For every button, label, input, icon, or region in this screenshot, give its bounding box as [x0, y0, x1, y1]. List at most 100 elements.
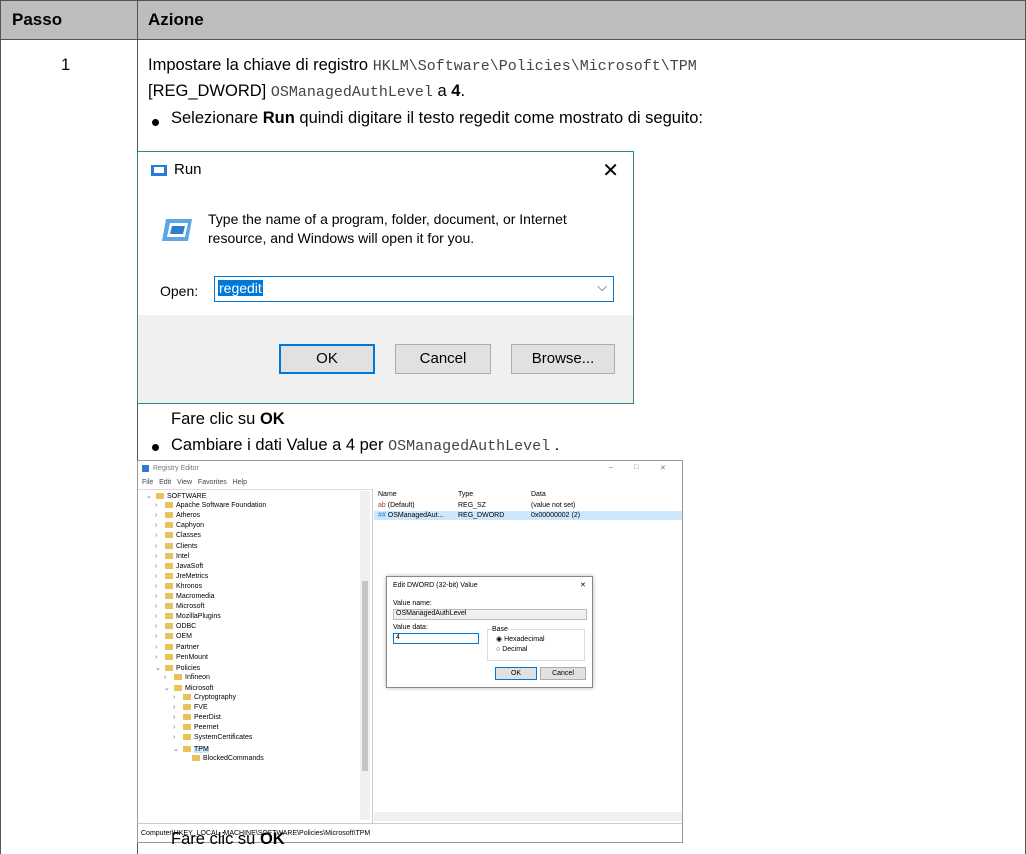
dec-label: Decimal [502, 646, 528, 653]
chevron-right-icon[interactable]: › [155, 654, 163, 661]
ok-button[interactable]: OK [279, 344, 375, 374]
edit-cancel-button[interactable]: Cancel [540, 667, 586, 680]
browse-button[interactable]: Browse... [511, 344, 615, 374]
radio-decimal[interactable]: ○ Decimal [496, 646, 527, 653]
minimize-icon[interactable]: – [609, 464, 613, 471]
chevron-down-icon[interactable]: ⌄ [164, 684, 172, 692]
open-input-value: regedit [218, 280, 263, 296]
close-icon[interactable]: ✕ [602, 158, 619, 183]
tree-item[interactable]: › MozillaPlugins [155, 613, 221, 620]
chevron-right-icon[interactable]: › [155, 593, 163, 600]
run-app-icon [151, 165, 167, 176]
folder-icon [165, 593, 173, 599]
tree-item[interactable]: ⌄ TPM [173, 745, 209, 753]
value-data-input[interactable]: 4 [393, 633, 479, 644]
chevron-right-icon[interactable]: › [155, 613, 163, 620]
tree-item[interactable]: ⌄ Microsoft [164, 684, 213, 692]
click-ok-instruction-2: Fare clic su OK [171, 830, 285, 849]
value-data: 0x00000002 (2) [531, 512, 581, 519]
edit-dialog-title: Edit DWORD (32-bit) Value [393, 582, 478, 589]
chevron-right-icon[interactable]: › [155, 563, 163, 570]
chevron-down-icon[interactable]: ⌄ [155, 664, 163, 672]
tree-item[interactable]: › PeerDist [173, 714, 221, 721]
tree-item[interactable]: › Intel [155, 552, 189, 560]
col-name[interactable]: Name [378, 491, 397, 498]
col-type[interactable]: Type [458, 491, 473, 498]
value-row[interactable]: ## OSManagedAut... [378, 512, 443, 519]
tree-item[interactable]: › JavaSoft [155, 562, 203, 570]
run-description-2: resource, and Windows will open it for y… [208, 230, 475, 246]
value-type: REG_SZ [458, 502, 487, 509]
close-icon[interactable]: ✕ [660, 464, 666, 472]
tree-item[interactable]: › OEM [155, 633, 192, 640]
tree-item-label: Partner [176, 643, 199, 651]
tree-item[interactable]: › Microsoft [155, 603, 204, 610]
chevron-right-icon[interactable]: › [173, 734, 181, 741]
chevron-right-icon[interactable]: › [155, 522, 163, 529]
tree-item[interactable]: › Caphyon [155, 522, 204, 529]
open-input[interactable]: regedit ⌵ [214, 276, 614, 302]
click-ok-instruction-1: Fare clic su OK [171, 410, 285, 429]
chevron-right-icon[interactable]: › [155, 583, 163, 590]
radio-hexadecimal[interactable]: ◉ Hexadecimal [496, 635, 545, 643]
chevron-down-icon[interactable]: ⌵ [597, 279, 607, 295]
chevron-right-icon[interactable]: › [173, 694, 181, 701]
chevron-right-icon[interactable]: › [155, 532, 163, 539]
bullet1-pre: Selezionare [171, 109, 259, 127]
tree-item[interactable]: › Cryptography [173, 694, 236, 701]
chevron-right-icon[interactable]: › [155, 512, 163, 519]
value-name-text: OSManagedAuthLevel [396, 610, 467, 617]
cancel-button[interactable]: Cancel [395, 344, 491, 374]
chevron-right-icon[interactable]: › [155, 543, 163, 550]
tree-item[interactable]: › Khronos [155, 582, 202, 590]
col-data[interactable]: Data [531, 491, 546, 498]
tree-item[interactable]: ⌄ SOFTWARE [146, 492, 206, 500]
tree-item-label: Caphyon [176, 522, 205, 530]
chevron-down-icon[interactable]: ⌄ [146, 492, 154, 500]
tree-item-label: FVE [194, 704, 208, 712]
header-action: Azione [148, 10, 204, 29]
menu-file[interactable]: File [142, 479, 153, 486]
tree-item[interactable]: › Macromedia [155, 593, 215, 600]
chevron-down-icon[interactable]: ⌄ [173, 745, 181, 753]
tree-item-label: Macromedia [176, 593, 215, 600]
tree-item[interactable]: › Peernet [173, 724, 219, 731]
menu-help[interactable]: Help [233, 479, 247, 486]
value-row[interactable]: ab (Default) [378, 502, 415, 509]
tree-item[interactable]: › ODBC [155, 623, 196, 630]
chevron-right-icon[interactable]: › [155, 573, 163, 580]
tree-item[interactable]: › Classes [155, 532, 201, 539]
menu-view[interactable]: View [177, 479, 192, 486]
tree-item[interactable]: › JreMetrics [155, 572, 208, 580]
chevron-right-icon[interactable]: › [173, 714, 181, 721]
chevron-right-icon[interactable]: › [155, 553, 163, 560]
chevron-right-icon[interactable]: › [173, 704, 181, 711]
menu-edit[interactable]: Edit [159, 479, 171, 486]
tree-item[interactable]: › Apache Software Foundation [155, 502, 266, 509]
edit-ok-button[interactable]: OK [495, 667, 537, 680]
chevron-right-icon[interactable]: › [164, 674, 172, 681]
value-hscrollbar[interactable] [374, 812, 682, 821]
tree-item[interactable]: › SystemCertificates [173, 734, 252, 741]
registry-key-path: HKLM\Software\Policies\Microsoft\TPM [372, 58, 697, 75]
tree-item[interactable]: › Partner [155, 643, 199, 651]
tree-item[interactable]: › Clients [155, 542, 197, 550]
folder-icon [183, 704, 191, 711]
maximize-icon[interactable]: □ [634, 464, 638, 471]
tree-item[interactable]: ⌄ Policies [155, 664, 200, 672]
close-icon[interactable]: ✕ [580, 581, 586, 589]
tree-scrollbar[interactable] [360, 491, 370, 820]
tree-item[interactable]: BlockedCommands [182, 754, 264, 762]
chevron-right-icon[interactable]: › [155, 644, 163, 651]
tree-item[interactable]: › PenMount [155, 653, 208, 661]
tree-item[interactable]: › FVE [173, 704, 208, 711]
chevron-right-icon[interactable]: › [155, 603, 163, 610]
chevron-right-icon[interactable]: › [155, 623, 163, 630]
folder-icon [165, 603, 173, 610]
chevron-right-icon[interactable]: › [173, 724, 181, 731]
tree-item[interactable]: › Infineon [164, 673, 210, 681]
menu-favorites[interactable]: Favorites [198, 479, 227, 486]
chevron-right-icon[interactable]: › [155, 502, 163, 509]
chevron-right-icon[interactable]: › [155, 633, 163, 640]
tree-item[interactable]: › Atheros [155, 512, 200, 519]
